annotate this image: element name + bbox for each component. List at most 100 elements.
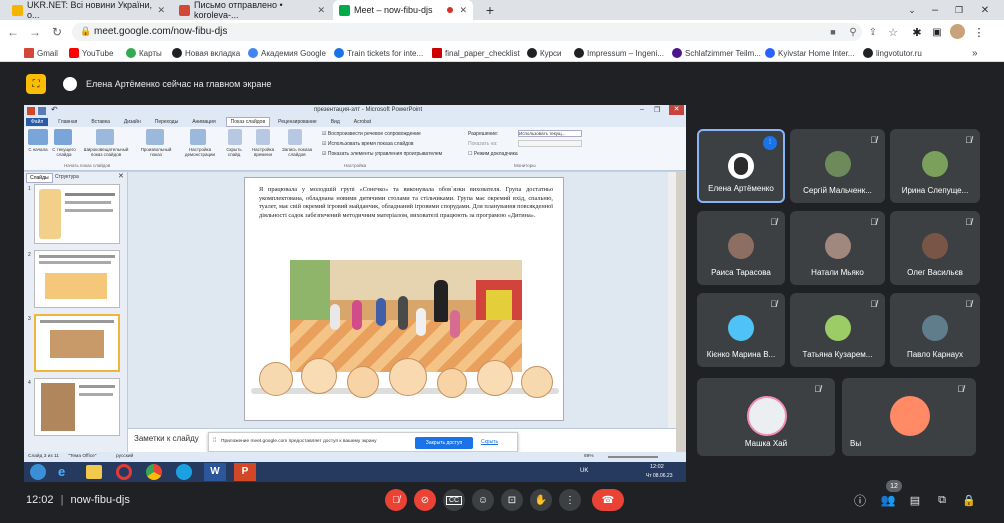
ppt-minimize-icon[interactable]: – [640,106,644,113]
broadcast-icon[interactable] [96,129,114,145]
close-panel-icon[interactable]: ✕ [118,172,124,180]
more-icon[interactable]: ⋮ [972,25,986,39]
ie-icon[interactable]: e [58,464,76,480]
ppt-tab[interactable]: Анимация [192,119,215,125]
close-window-icon[interactable]: ✕ [978,3,992,17]
bookmark-lingvotutor[interactable]: lingvotutor.ru [863,44,922,62]
ribbon-button-label[interactable]: Запись показа слайдов [280,147,314,157]
participant-tile[interactable]: 🎙̸ Ирина Слепуще... [890,129,980,203]
ribbon-checkbox[interactable]: ☑ Использовать время показа слайдов [322,141,414,147]
bookmark-checklist[interactable]: final_paper_checklist [432,44,520,62]
participant-tile[interactable]: 🎙̸ Натали Мьяко [790,211,885,285]
from-start-icon[interactable] [28,129,48,145]
bookmark-academy[interactable]: Академия Google [248,44,326,62]
setup-show-icon[interactable] [190,129,206,145]
present-button[interactable]: ⊡ [501,489,523,511]
participant-tile[interactable]: 🎙̸ Кієнко Марина В... [697,293,785,367]
share-icon[interactable]: ⇪ [866,25,880,39]
hide-notice-link[interactable]: Скрыть [481,439,498,445]
slide-thumbnail-selected[interactable] [34,314,120,372]
reload-icon[interactable]: ↻ [50,25,64,39]
ribbon-checkbox[interactable]: ☑ Воспроизвести речевое сопровождение [322,131,421,137]
camera-in-use-icon[interactable]: ■ [826,25,840,39]
close-icon[interactable]: ✕ [317,5,325,16]
raise-hand-button[interactable]: ✋ [530,489,552,511]
rehearse-timings-icon[interactable] [256,129,270,145]
participant-tile[interactable]: 🎙̸ Сергій Мальченк... [790,129,885,203]
custom-show-icon[interactable] [146,129,164,145]
slide-thumbnail[interactable] [34,250,120,308]
profile-avatar[interactable] [950,24,965,39]
participant-tile[interactable]: 🎙̸ Павло Карнаух [890,293,980,367]
info-icon[interactable]: ⓘ [852,492,868,508]
bookmark-maps[interactable]: Карты [126,44,162,62]
browser-tab-active[interactable]: Meet – now-fibu-djs ✕ [333,0,473,20]
people-icon[interactable]: 👥 [880,492,896,508]
camera-off-button[interactable]: ⊘ [414,489,436,511]
ribbon-button-label[interactable]: Настройка времени [248,147,278,157]
url-text[interactable]: meet.google.com/now-fibu-djs [94,26,227,37]
bookmark-gmail[interactable]: Gmail [24,44,58,62]
reactions-button[interactable]: ☺ [472,489,494,511]
ppt-tab[interactable]: Acrobat [354,119,371,125]
input-language[interactable]: UK [580,468,588,474]
ribbon-button-label[interactable]: Скрыть слайд [222,147,246,157]
browser-tab[interactable]: UKR.NET: Всі новини України, о... ✕ [6,0,171,20]
host-controls-icon[interactable]: 🔒 [961,492,977,508]
browser-tab[interactable]: Письмо отправлено • koroleva-... ✕ [173,0,331,20]
leave-call-button[interactable]: ☎ [592,489,624,511]
participant-tile[interactable]: 🎙̸ Раиса Тарасова [697,211,785,285]
ppt-tab[interactable]: Вставка [91,119,110,125]
close-icon[interactable]: ✕ [157,5,165,16]
tab-search-chevron-icon[interactable]: ⌄ [905,3,919,17]
slides-tab[interactable]: Слайды [26,173,53,183]
ppt-tab[interactable]: Рецензирование [278,119,317,125]
side-panel-icon[interactable]: ▣ [930,25,944,39]
folder-icon[interactable] [86,465,102,479]
ppt-tab-active[interactable]: Показ слайдов [225,117,271,127]
maximize-icon[interactable]: ❐ [952,3,966,17]
participant-tile[interactable]: ⦙ Елена Артёменко [697,129,785,203]
ppt-close-icon[interactable]: ✕ [669,105,684,115]
undo-icon[interactable]: ↶ [51,105,58,114]
self-tile[interactable]: 🎙̸ Вы [842,378,976,456]
ppt-tab-file[interactable]: Файл [26,118,49,126]
presenter-view-checkbox[interactable]: ☐ Режим докладчика [468,151,518,157]
bookmark-star-icon[interactable]: ☆ [886,25,900,39]
chat-icon[interactable]: ▤ [907,492,923,508]
participant-tile[interactable]: 🎙̸ Машка Хай [697,378,835,456]
ppt-tab[interactable]: Вид [331,119,340,125]
extensions-icon[interactable]: ✱ [910,25,924,39]
opera-icon[interactable] [116,464,132,480]
close-icon[interactable]: ✕ [459,5,467,16]
new-tab-icon[interactable]: + [482,2,498,18]
outline-tab[interactable]: Структура [52,173,82,181]
slide-thumbnail[interactable] [34,184,120,244]
edge-icon[interactable] [176,464,192,480]
bookmarks-overflow-icon[interactable]: » [972,44,978,62]
participant-tile[interactable]: 🎙̸ Олег Васильєв [890,211,980,285]
minimize-icon[interactable]: – [928,3,942,17]
presentation-icon[interactable]: ⛶ [26,74,46,94]
hide-slide-icon[interactable] [228,129,242,145]
from-current-icon[interactable] [54,129,72,145]
powerpoint-taskbar-icon[interactable]: P [234,463,256,481]
participant-tile[interactable]: 🎙̸ Татьяна Кузарем... [790,293,885,367]
mic-off-button[interactable]: 🎙̸ [385,489,407,511]
bookmark-impressum[interactable]: Impressum – Ingeni... [574,44,664,62]
bookmark-schlafzimmer[interactable]: Schlafzimmer Teilm... [672,44,761,62]
zoom-search-icon[interactable]: ⚲ [846,25,860,39]
record-show-icon[interactable] [288,129,302,145]
ribbon-button-label[interactable]: С начала [24,147,52,152]
activities-icon[interactable]: ⧉ [934,492,950,508]
ribbon-button-label[interactable]: Широковещательный показ слайдов [80,147,132,157]
ppt-tab[interactable]: Переходы [155,119,178,125]
resolution-select[interactable]: Использовать текущ... [518,130,582,137]
zoom-slider[interactable] [608,456,658,458]
ribbon-button-label[interactable]: Настройка демонстрации [182,147,218,157]
ribbon-button-label[interactable]: С текущего слайда [50,147,78,157]
forward-icon[interactable]: → [28,25,42,39]
slide-thumbnail[interactable] [34,378,120,436]
chrome-icon[interactable] [146,464,162,480]
ribbon-button-label[interactable]: Произвольный показ [136,147,176,157]
